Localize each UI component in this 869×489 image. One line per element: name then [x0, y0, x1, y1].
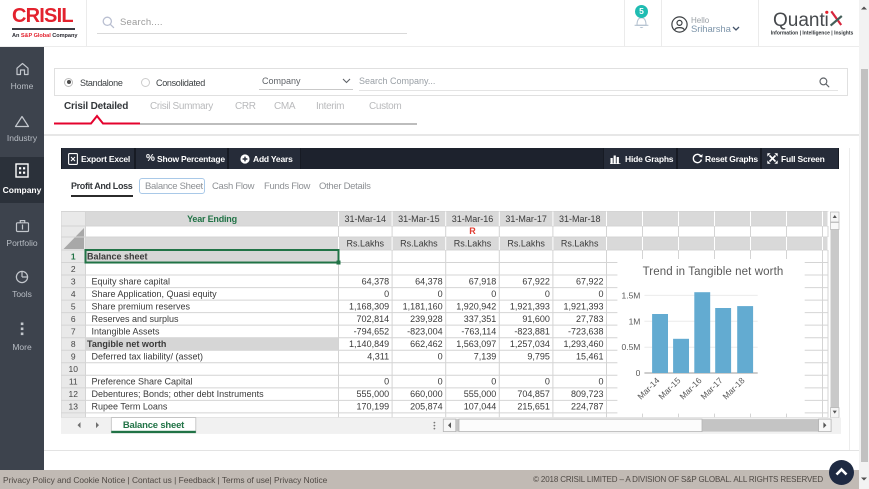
svg-text:0: 0 — [491, 377, 496, 387]
svg-text:1,257,034: 1,257,034 — [510, 339, 550, 349]
svg-text:15,461: 15,461 — [576, 352, 604, 362]
svg-text:1,140,849: 1,140,849 — [349, 339, 389, 349]
svg-text:64,378: 64,378 — [362, 276, 390, 286]
svg-text:Debentures; Bonds; other debt: Debentures; Bonds; other debt Instrument… — [92, 389, 265, 399]
svg-text:Intangible Assets: Intangible Assets — [92, 327, 161, 337]
svg-text:10: 10 — [69, 364, 79, 374]
svg-text:2: 2 — [71, 264, 76, 274]
svg-text:0: 0 — [545, 289, 550, 299]
svg-text:555,000: 555,000 — [464, 389, 497, 399]
svg-text:67,922: 67,922 — [522, 276, 550, 286]
svg-text:0: 0 — [438, 289, 443, 299]
svg-text:R: R — [469, 226, 476, 236]
svg-text:31-Mar-14: 31-Mar-14 — [345, 214, 387, 224]
svg-text:31-Mar-18: 31-Mar-18 — [559, 214, 601, 224]
svg-text:702,814: 702,814 — [357, 314, 390, 324]
svg-text:Deferred tax liability/ (asset: Deferred tax liability/ (asset) — [92, 352, 204, 362]
svg-text:Trend in Tangible net worth: Trend in Tangible net worth — [643, 266, 784, 278]
svg-text:1,293,460: 1,293,460 — [563, 339, 603, 349]
svg-text:1,921,393: 1,921,393 — [510, 302, 550, 312]
svg-text:239,928: 239,928 — [410, 314, 443, 324]
svg-text:67,922: 67,922 — [576, 276, 604, 286]
svg-text:1,181,160: 1,181,160 — [403, 302, 443, 312]
svg-text:5: 5 — [71, 302, 76, 312]
svg-text:Year Ending: Year Ending — [187, 214, 237, 224]
svg-text:1.5M: 1.5M — [621, 290, 640, 300]
svg-text:-763,114: -763,114 — [461, 327, 496, 337]
svg-text:31-Mar-16: 31-Mar-16 — [452, 214, 494, 224]
svg-text:Rs.Lakhs: Rs.Lakhs — [507, 239, 545, 249]
svg-text:9: 9 — [71, 352, 76, 362]
svg-text:704,857: 704,857 — [517, 389, 550, 399]
svg-text:Balance sheet: Balance sheet — [123, 420, 185, 431]
svg-text:Rs.Lakhs: Rs.Lakhs — [561, 239, 599, 249]
svg-text:6: 6 — [71, 314, 76, 324]
svg-text:337,351: 337,351 — [464, 314, 497, 324]
svg-text:3: 3 — [71, 276, 76, 286]
svg-text:Share Application, Quasi equit: Share Application, Quasi equity — [92, 289, 218, 299]
svg-text:0: 0 — [598, 289, 603, 299]
svg-text:662,462: 662,462 — [410, 339, 443, 349]
svg-text:-723,638: -723,638 — [568, 327, 604, 337]
svg-text:-794,652: -794,652 — [354, 327, 390, 337]
svg-text:0: 0 — [636, 368, 641, 378]
svg-text:7,139: 7,139 — [474, 352, 497, 362]
svg-text:91,600: 91,600 — [522, 314, 550, 324]
svg-text:1M: 1M — [629, 316, 641, 326]
svg-text:205,874: 205,874 — [410, 402, 443, 412]
svg-text:Rs.Lakhs: Rs.Lakhs — [400, 239, 438, 249]
svg-text:Rs.Lakhs: Rs.Lakhs — [454, 239, 492, 249]
svg-text:Equity share capital: Equity share capital — [92, 276, 171, 286]
svg-text:11: 11 — [69, 377, 78, 387]
svg-text:107,044: 107,044 — [464, 402, 497, 412]
svg-text:31-Mar-17: 31-Mar-17 — [505, 214, 547, 224]
svg-text:67,918: 67,918 — [469, 276, 497, 286]
svg-text:555,000: 555,000 — [357, 389, 390, 399]
svg-text:13: 13 — [69, 402, 79, 412]
svg-text:9,795: 9,795 — [527, 352, 550, 362]
svg-text:0: 0 — [598, 377, 603, 387]
svg-text:Rupee Term Loans: Rupee Term Loans — [92, 402, 168, 412]
svg-text:27,783: 27,783 — [576, 314, 604, 324]
svg-text:Tangible net worth: Tangible net worth — [87, 339, 166, 349]
svg-text:224,787: 224,787 — [571, 402, 604, 412]
svg-text:31-Mar-15: 31-Mar-15 — [398, 214, 440, 224]
svg-text:215,651: 215,651 — [517, 402, 550, 412]
svg-text:0: 0 — [545, 377, 550, 387]
svg-text:1,920,942: 1,920,942 — [456, 302, 496, 312]
svg-text:Preference Share Capital: Preference Share Capital — [92, 377, 193, 387]
svg-text:64,378: 64,378 — [415, 276, 443, 286]
svg-text:-823,881: -823,881 — [514, 327, 550, 337]
svg-text:Balance sheet: Balance sheet — [87, 251, 148, 261]
svg-text:170,199: 170,199 — [357, 402, 390, 412]
svg-text:Quant: Quant — [773, 10, 825, 31]
svg-text:7: 7 — [71, 327, 76, 337]
svg-text:1: 1 — [71, 251, 76, 261]
svg-text:Reserves and surplus: Reserves and surplus — [92, 314, 180, 324]
svg-text:8: 8 — [71, 339, 76, 349]
svg-text:809,723: 809,723 — [571, 389, 604, 399]
svg-text:4: 4 — [71, 289, 76, 299]
svg-text:12: 12 — [69, 389, 79, 399]
svg-text:1,921,393: 1,921,393 — [563, 302, 603, 312]
svg-text:0.5M: 0.5M — [621, 342, 640, 352]
svg-text:Information | Intelligence | I: Information | Intelligence | Insights — [771, 31, 854, 37]
svg-text:1,168,309: 1,168,309 — [349, 302, 389, 312]
svg-text:-823,004: -823,004 — [407, 327, 443, 337]
svg-text:1,563,097: 1,563,097 — [456, 339, 496, 349]
svg-text:0: 0 — [438, 377, 443, 387]
svg-text:0: 0 — [384, 377, 389, 387]
svg-text:0: 0 — [384, 289, 389, 299]
svg-text:Rs.Lakhs: Rs.Lakhs — [347, 239, 385, 249]
svg-text:0: 0 — [491, 289, 496, 299]
svg-text:4,311: 4,311 — [367, 352, 389, 362]
svg-text:660,000: 660,000 — [410, 389, 443, 399]
svg-text:Share premium reserves: Share premium reserves — [92, 302, 191, 312]
svg-text:0: 0 — [438, 352, 443, 362]
